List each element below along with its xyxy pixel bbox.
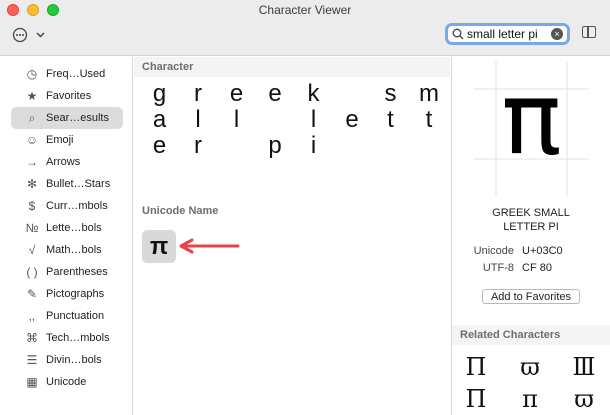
sidebar-item-label: Arrows — [46, 156, 81, 168]
sidebar-item-label: Sear…esults — [46, 112, 109, 124]
sidebar-item-label: Favorites — [46, 90, 92, 102]
sidebar-item-label: Tech…mbols — [46, 332, 110, 344]
related-character[interactable]: ϖ — [564, 385, 604, 413]
utf8-value: CF 80 — [522, 262, 552, 274]
unicode-value: U+03C0 — [522, 245, 563, 257]
sidebar-item-punctuation[interactable]: ‚, Punctuation — [11, 305, 123, 327]
sidebar-item-asterisk[interactable]: ✻ Bullet…Stars — [11, 173, 123, 195]
sidebar-item-sqrt[interactable]: √ Math…bols — [11, 239, 123, 261]
action-menu-button[interactable] — [12, 26, 56, 44]
parentheses-icon: ( ) — [26, 265, 38, 279]
sidebar-item-arrow-right[interactable]: → Arrows — [11, 151, 123, 173]
title-bar: Character Viewer small letter pi × — [0, 0, 610, 56]
sidebar-item-dollar[interactable]: $ Curr…mbols — [11, 195, 123, 217]
sidebar-item-label: Curr…mbols — [46, 200, 108, 212]
unicode-name-section-header: Unicode Name — [134, 201, 450, 221]
character-cell[interactable] — [373, 131, 408, 161]
character-cell[interactable] — [335, 131, 370, 161]
sidebar-item-label: Pictographs — [46, 288, 105, 300]
asterisk-icon: ✻ — [26, 177, 38, 191]
sidebar-item-label: Parentheses — [46, 266, 108, 278]
detail-pane: π GREEK SMALL LETTER PI Unicode U+03C0 U… — [451, 57, 610, 415]
utf8-row: UTF-8 CF 80 — [466, 262, 552, 274]
command-icon: ⌘ — [26, 331, 38, 345]
unicode-row: Unicode U+03C0 — [466, 245, 563, 257]
pictograph-icon: ✎ — [26, 287, 38, 301]
sidebar-item-label: Emoji — [46, 134, 74, 146]
character-cell[interactable]: i — [296, 131, 331, 161]
trigram-icon: ☰ — [26, 353, 38, 367]
ellipsis-circle-icon — [12, 27, 28, 43]
sidebar-toggle-icon[interactable] — [582, 26, 596, 38]
sidebar-item-star[interactable]: ★ Favorites — [11, 85, 123, 107]
search-result-character[interactable]: π — [142, 230, 176, 263]
clock-icon: ◷ — [26, 67, 38, 81]
sidebar-item-label: Freq…Used — [46, 68, 106, 80]
character-cell[interactable]: e — [142, 131, 177, 161]
character-name: GREEK SMALL LETTER PI — [492, 207, 570, 233]
add-to-favorites-button[interactable]: Add to Favorites — [482, 289, 580, 304]
character-cell[interactable]: r — [181, 131, 216, 161]
related-character[interactable]: Π — [456, 385, 496, 413]
related-character[interactable]: Ⅲ — [564, 353, 604, 381]
character-cell[interactable] — [412, 131, 447, 161]
magnifier-icon — [452, 28, 464, 40]
window-title: Character Viewer — [258, 3, 352, 17]
punctuation-icon: ‚, — [29, 309, 35, 323]
character-pane: Character greeksmallletterpi Unicode Nam… — [134, 57, 450, 415]
sidebar-item-trigram[interactable]: ☰ Divin…bols — [11, 349, 123, 371]
sidebar-item-command[interactable]: ⌘ Tech…mbols — [11, 327, 123, 349]
sidebar-item-label: Math…bols — [46, 244, 102, 256]
related-character[interactable]: Π — [456, 353, 496, 381]
chevron-down-icon — [36, 32, 45, 38]
sqrt-icon: √ — [28, 243, 36, 257]
category-sidebar: ◷ Freq…Used ★ Favorites ⌕ Sear…esults ☺ Emoji → A… — [0, 57, 133, 415]
glyph-large: π — [501, 60, 562, 177]
arrow-right-icon: → — [26, 155, 38, 169]
sidebar-item-clock[interactable]: ◷ Freq…Used — [11, 63, 123, 85]
character-cell[interactable]: p — [258, 131, 293, 161]
related-characters-header: Related Characters — [452, 325, 610, 345]
sidebar-item-smiley[interactable]: ☺ Emoji — [11, 129, 123, 151]
sidebar-item-parentheses[interactable]: ( ) Parentheses — [11, 261, 123, 283]
star-icon: ★ — [26, 89, 38, 103]
sidebar-item-table[interactable]: ▦ Unicode — [11, 371, 123, 393]
clear-search-icon[interactable]: × — [551, 28, 563, 40]
sidebar-item-label: Lette…bols — [46, 222, 102, 234]
pointer-arrow-icon — [179, 238, 240, 254]
numero-icon: № — [25, 221, 39, 235]
sidebar-item-label: Bullet…Stars — [46, 178, 111, 190]
unicode-label: Unicode — [473, 245, 514, 257]
sidebar-item-pictograph[interactable]: ✎ Pictographs — [11, 283, 123, 305]
dollar-icon: $ — [28, 199, 36, 213]
sidebar-item-numero[interactable]: № Lette…bols — [11, 217, 123, 239]
utf8-label: UTF-8 — [482, 262, 514, 274]
related-character[interactable]: π — [510, 385, 550, 413]
related-character[interactable]: ϖ — [510, 353, 550, 381]
sidebar-item-label: Divin…bols — [46, 354, 102, 366]
search-input[interactable]: small letter pi — [467, 27, 551, 41]
sidebar-item-label: Punctuation — [46, 310, 105, 322]
character-section-header: Character — [134, 57, 450, 77]
character-cell[interactable] — [219, 131, 254, 161]
glyph-preview: π — [474, 61, 589, 196]
sidebar-item-label: Unicode — [46, 376, 87, 388]
magnifier-icon: ⌕ — [28, 110, 36, 125]
search-field[interactable]: small letter pi × — [445, 23, 570, 45]
smiley-icon: ☺ — [25, 133, 39, 147]
table-icon: ▦ — [26, 375, 38, 389]
sidebar-item-magnifier[interactable]: ⌕ Sear…esults — [11, 107, 123, 129]
